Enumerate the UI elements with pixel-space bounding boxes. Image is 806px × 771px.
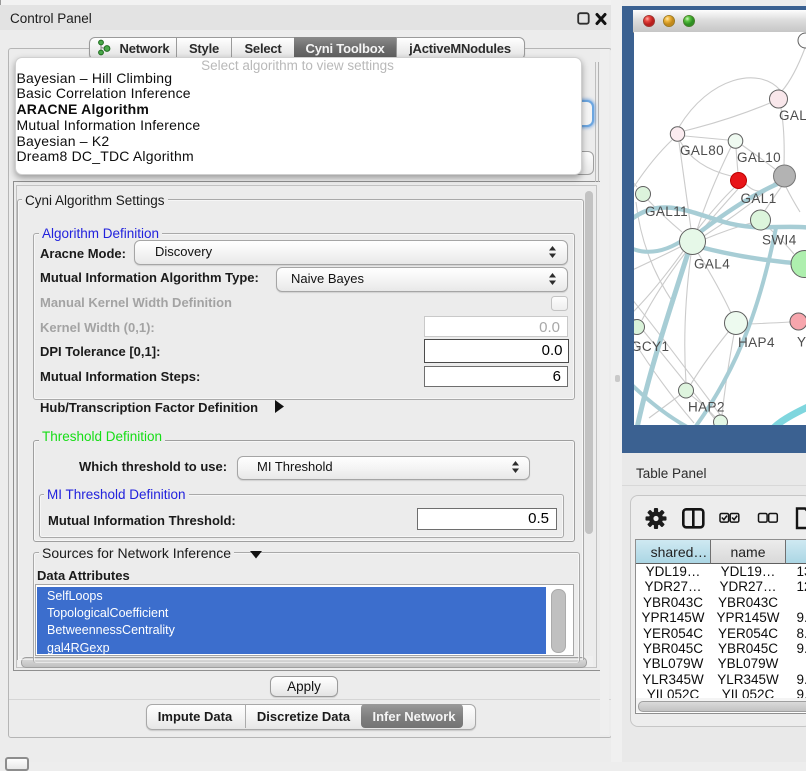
svg-text:GAL11: GAL11 (645, 204, 688, 219)
svg-text:GAL10: GAL10 (737, 150, 781, 165)
svg-text:SWI4: SWI4 (762, 232, 797, 247)
svg-text:GAL80: GAL80 (680, 143, 724, 158)
svg-text:GAL2: GAL2 (779, 108, 806, 123)
svg-text:Y: Y (797, 334, 806, 349)
svg-text:GCY1: GCY1 (634, 339, 669, 354)
svg-text:GAL1: GAL1 (741, 191, 777, 206)
svg-text:HAP2: HAP2 (688, 399, 725, 414)
svg-text:GAL4: GAL4 (694, 256, 730, 271)
svg-text:HAP4: HAP4 (738, 335, 775, 350)
